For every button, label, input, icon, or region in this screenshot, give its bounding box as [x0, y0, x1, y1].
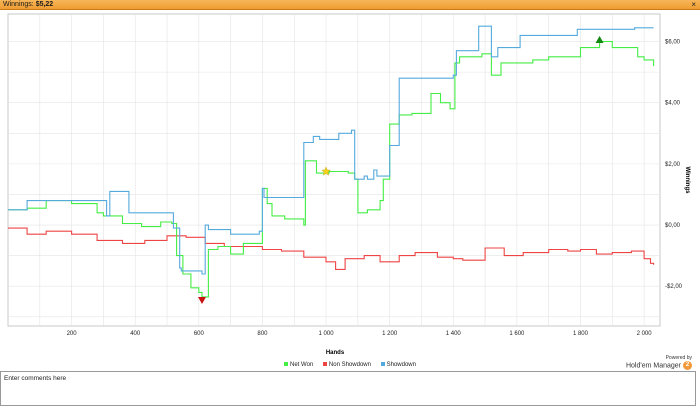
x-axis-label: Hands — [326, 350, 345, 356]
winnings-value: $5,22 — [35, 1, 54, 8]
y-axis-label: Winnings — [684, 167, 690, 195]
powered-by-branding: Powered by Hold'em Manager 2 — [626, 355, 692, 370]
y-tick-label: -$2,00 — [665, 284, 683, 290]
chart-legend: Net Won Non Showdown Showdown — [0, 360, 700, 370]
x-tick-label: 1 400 — [446, 331, 462, 337]
x-tick-label: 800 — [257, 331, 268, 337]
legend-label: Showdown — [386, 362, 416, 368]
x-tick-label: 1 600 — [509, 331, 525, 337]
close-button[interactable]: × — [691, 0, 696, 9]
y-tick-label: $6,00 — [665, 40, 681, 46]
legend-swatch — [322, 362, 327, 367]
title-label: Winnings: — [3, 1, 34, 8]
x-axis-ticks: 200 400 600 800 1 000 1 200 1 400 1 600 1 800 2 0… — [67, 331, 653, 337]
legend-showdown[interactable]: Showdown — [380, 360, 416, 370]
legend-label: Non Showdown — [328, 362, 371, 368]
x-tick-label: 400 — [130, 331, 141, 337]
product-name: Hold'em Manager — [625, 362, 681, 370]
x-tick-label: 1 200 — [382, 331, 398, 337]
y-tick-label: $0,00 — [665, 223, 681, 229]
y-tick-label: $2,00 — [665, 162, 681, 168]
plot-area — [7, 13, 661, 327]
x-tick-label: 200 — [67, 331, 78, 337]
x-tick-label: 1 000 — [319, 331, 335, 337]
winnings-chart: 200 400 600 800 1 000 1 200 1 400 1 600 1 800 2 0… — [0, 10, 700, 370]
legend-swatch — [380, 362, 385, 367]
legend-label: Net Won — [290, 362, 314, 368]
window-title: Winnings: $5,22 — [3, 0, 53, 9]
chart-grid — [7, 13, 661, 327]
hem-logo-icon: 2 — [683, 361, 692, 370]
chart-svg: 200 400 600 800 1 000 1 200 1 400 1 600 1 800 2 0… — [7, 13, 690, 356]
x-tick-label: 2 000 — [637, 331, 653, 337]
comments-field[interactable]: Enter comments here — [0, 371, 696, 406]
y-axis-ticks: -$2,00 $0,00 $2,00 $4,00 $6,00 — [665, 40, 683, 291]
legend-swatch — [284, 362, 289, 367]
title-bar: Winnings: $5,22 × — [0, 0, 700, 10]
x-tick-label: 600 — [194, 331, 205, 337]
legend-net-won[interactable]: Net Won — [284, 360, 313, 370]
y-tick-label: $4,00 — [665, 101, 681, 107]
x-tick-label: 1 800 — [573, 331, 589, 337]
legend-non-showdown[interactable]: Non Showdown — [322, 360, 371, 370]
